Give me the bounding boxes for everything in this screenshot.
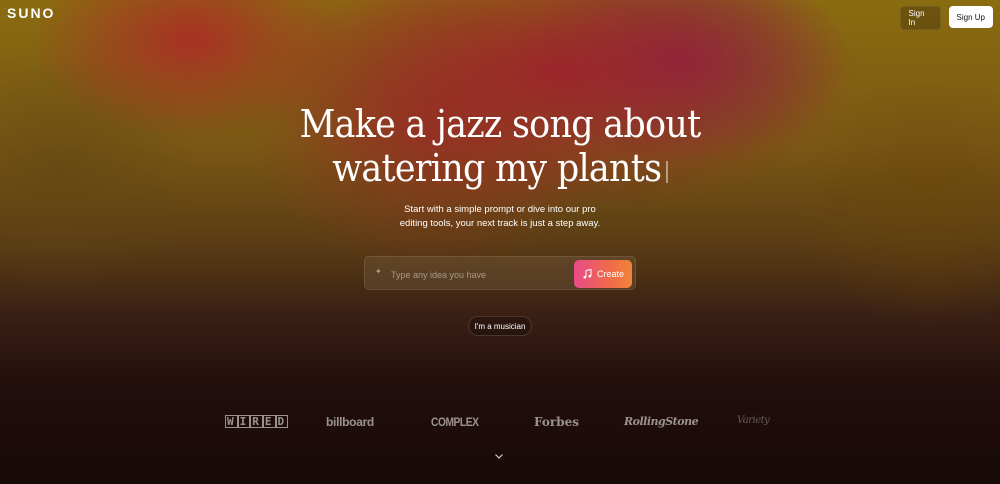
subtitle-line-2: editing tools, your next track is just a… [399, 218, 601, 229]
music-note-icon [583, 269, 592, 279]
top-nav: Sign In Sign Up [899, 6, 993, 30]
hero-line-2: watering my plants [332, 146, 662, 190]
hero-subtitle: Start with a simple prompt or dive into … [0, 203, 1000, 231]
wired-logo: WIRED [225, 415, 289, 428]
prompt-input[interactable] [389, 265, 573, 285]
prompt-box: ✦ Create [364, 256, 636, 290]
create-label: Create [596, 269, 624, 279]
musician-button[interactable]: I'm a musician [468, 316, 532, 336]
hero-line-2-wrap: watering my plants [40, 146, 960, 190]
complex-logo: COMPLEX [431, 415, 479, 429]
forbes-logo: Forbes [534, 415, 579, 429]
chevron-down-icon[interactable] [494, 451, 504, 461]
billboard-logo: billboard [326, 415, 374, 429]
create-button[interactable]: Create [574, 260, 632, 288]
suno-logo[interactable]: SUNO [7, 5, 55, 21]
typing-caret [666, 160, 668, 183]
sign-up-button[interactable]: Sign Up [948, 6, 993, 28]
rolling-stone-logo: RollingStone [624, 415, 699, 428]
hero-headline: Make a jazz song about watering my plant… [40, 102, 960, 190]
press-logos: WIRED billboard COMPLEX Forbes RollingSt… [0, 415, 1000, 435]
variety-logo: Variety [737, 415, 770, 426]
subtitle-line-1: Start with a simple prompt or dive into … [404, 204, 596, 215]
sign-in-button[interactable]: Sign In [899, 6, 941, 30]
hero-line-1: Make a jazz song about [299, 102, 702, 146]
sparkle-icon: ✦ [375, 267, 382, 276]
